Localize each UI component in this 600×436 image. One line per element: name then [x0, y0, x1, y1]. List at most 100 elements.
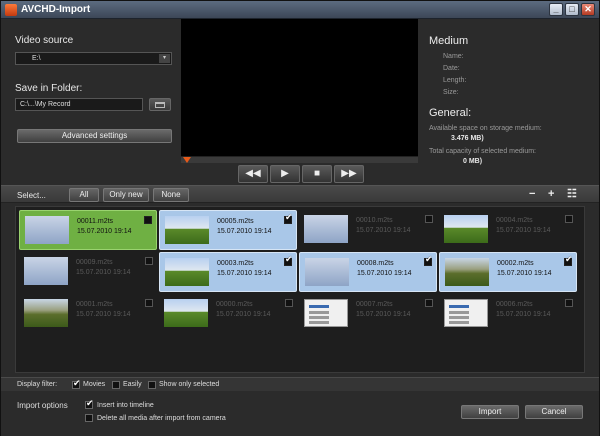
import-button[interactable]: Import — [461, 405, 519, 419]
clip-item[interactable]: 00011.m2ts 15.07.2010 19:14 — [19, 210, 157, 250]
title-bar: AVCHD-Import _ □ ✕ — [1, 1, 599, 19]
playhead-marker[interactable] — [183, 157, 191, 163]
clip-filename: 00004.m2ts — [496, 217, 533, 224]
minimize-button[interactable]: _ — [549, 3, 563, 16]
clip-item[interactable]: 00008.m2ts 15.07.2010 19:14 — [299, 252, 437, 292]
clip-filename: 00009.m2ts — [76, 259, 113, 266]
clip-thumbnail — [444, 299, 488, 327]
clip-thumbnail — [444, 215, 488, 243]
advanced-settings-button[interactable]: Advanced settings — [17, 129, 172, 143]
clip-select-checkbox[interactable] — [565, 299, 573, 307]
clip-date: 15.07.2010 19:14 — [496, 227, 551, 234]
clip-item[interactable]: 00009.m2ts 15.07.2010 19:14 — [19, 252, 157, 292]
select-all-button[interactable]: All — [69, 188, 99, 202]
clip-item[interactable]: 00007.m2ts 15.07.2010 19:14 — [299, 294, 437, 334]
clip-date: 15.07.2010 19:14 — [356, 227, 411, 234]
video-source-value: E:\ — [32, 55, 41, 62]
clip-select-checkbox[interactable] — [425, 215, 433, 223]
easily-checkbox[interactable] — [112, 381, 120, 389]
video-source-select[interactable]: E:\ ▾ — [15, 52, 172, 65]
clip-filename: 00005.m2ts — [217, 218, 254, 225]
clip-thumbnail — [24, 257, 68, 285]
medium-length-label: Length: — [443, 77, 467, 84]
clip-select-checkbox[interactable] — [284, 254, 293, 266]
transport-controls: ◀◀ ▶ ■ ▶▶ — [237, 164, 366, 184]
clip-item[interactable]: 00000.m2ts 15.07.2010 19:14 — [159, 294, 297, 334]
clip-select-checkbox[interactable] — [285, 299, 293, 307]
show-only-selected-label: Show only selected — [159, 381, 220, 388]
medium-name-label: Name: — [443, 53, 464, 60]
clip-thumbnail — [445, 258, 489, 286]
delete-media-checkbox[interactable] — [85, 414, 93, 422]
clip-item[interactable]: 00003.m2ts 15.07.2010 19:14 — [159, 252, 297, 292]
browse-folder-button[interactable] — [149, 98, 171, 111]
select-only-new-button[interactable]: Only new — [103, 188, 149, 202]
clip-select-checkbox[interactable] — [144, 216, 152, 224]
clip-select-checkbox[interactable] — [284, 212, 293, 224]
clip-select-checkbox[interactable] — [425, 299, 433, 307]
clip-select-checkbox[interactable] — [565, 215, 573, 223]
app-icon — [5, 4, 17, 16]
zoom-out-icon[interactable]: − — [529, 189, 535, 200]
clip-thumbnail — [164, 299, 208, 327]
save-folder-label: Save in Folder: — [15, 83, 83, 94]
movies-label: Movies — [83, 381, 106, 388]
clip-filename: 00007.m2ts — [356, 301, 393, 308]
clip-item[interactable]: 00005.m2ts 15.07.2010 19:14 — [159, 210, 297, 250]
clip-filename: 00010.m2ts — [356, 217, 393, 224]
movies-checkbox[interactable] — [72, 378, 81, 389]
clip-item[interactable]: 00001.m2ts 15.07.2010 19:14 — [19, 294, 157, 334]
avchd-import-window: AVCHD-Import _ □ ✕ Video source E:\ ▾ Sa… — [0, 0, 600, 436]
fast-forward-button[interactable]: ▶▶ — [334, 165, 364, 183]
clip-date: 15.07.2010 19:14 — [497, 270, 552, 277]
select-menu[interactable]: Select... — [17, 191, 46, 200]
rewind-button[interactable]: ◀◀ — [238, 165, 268, 183]
insert-into-timeline-checkbox[interactable] — [85, 398, 94, 409]
chevron-down-icon[interactable]: ▾ — [159, 54, 170, 63]
list-view-icon[interactable]: ☷ — [567, 189, 577, 200]
clip-select-checkbox[interactable] — [145, 257, 153, 265]
clip-select-checkbox[interactable] — [145, 299, 153, 307]
play-button[interactable]: ▶ — [270, 165, 300, 183]
preview-timeline[interactable] — [181, 156, 418, 163]
total-capacity-label: Total capacity of selected medium: — [429, 148, 536, 155]
medium-date-label: Date: — [443, 65, 460, 72]
select-none-button[interactable]: None — [153, 188, 189, 202]
medium-size-label: Size: — [443, 89, 459, 96]
folder-icon — [155, 102, 165, 108]
zoom-in-icon[interactable]: + — [548, 189, 554, 200]
clip-item[interactable]: 00010.m2ts 15.07.2010 19:14 — [299, 210, 437, 250]
clip-filename: 00011.m2ts — [77, 218, 114, 225]
close-button[interactable]: ✕ — [581, 3, 595, 16]
display-filter-bar: Display filter: Movies Easily Show only … — [1, 377, 599, 391]
clip-filename: 00000.m2ts — [216, 301, 253, 308]
clip-grid: 00011.m2ts 15.07.2010 19:14 00005.m2ts 15.0… — [15, 206, 585, 373]
clip-item[interactable]: 00004.m2ts 15.07.2010 19:14 — [439, 210, 577, 250]
clip-thumbnail — [304, 215, 348, 243]
insert-into-timeline-label: Insert into timeline — [97, 402, 154, 409]
stop-button[interactable]: ■ — [302, 165, 332, 183]
general-heading: General: — [429, 107, 472, 119]
clip-select-checkbox[interactable] — [564, 254, 573, 266]
clip-item[interactable]: 00002.m2ts 15.07.2010 19:14 — [439, 252, 577, 292]
cancel-button[interactable]: Cancel — [525, 405, 583, 419]
clip-date: 15.07.2010 19:14 — [217, 270, 272, 277]
show-only-selected-checkbox[interactable] — [148, 381, 156, 389]
selection-toolbar: Select... All Only new None − + ☷ — [1, 185, 599, 203]
video-source-label: Video source — [15, 35, 74, 46]
clip-filename: 00006.m2ts — [496, 301, 533, 308]
window-title: AVCHD-Import — [21, 4, 91, 15]
save-folder-input[interactable]: C:\...\My Record — [15, 98, 143, 111]
maximize-button[interactable]: □ — [565, 3, 579, 16]
clip-filename: 00002.m2ts — [497, 260, 534, 267]
clip-date: 15.07.2010 19:14 — [496, 311, 551, 318]
clip-date: 15.07.2010 19:14 — [76, 311, 131, 318]
clip-thumbnail — [304, 299, 348, 327]
clip-date: 15.07.2010 19:14 — [216, 311, 271, 318]
total-capacity-value: 0 MB) — [463, 158, 483, 165]
clip-date: 15.07.2010 19:14 — [357, 270, 412, 277]
clip-select-checkbox[interactable] — [424, 254, 433, 266]
clip-thumbnail — [24, 299, 68, 327]
clip-date: 15.07.2010 19:14 — [77, 228, 132, 235]
clip-item[interactable]: 00006.m2ts 15.07.2010 19:14 — [439, 294, 577, 334]
